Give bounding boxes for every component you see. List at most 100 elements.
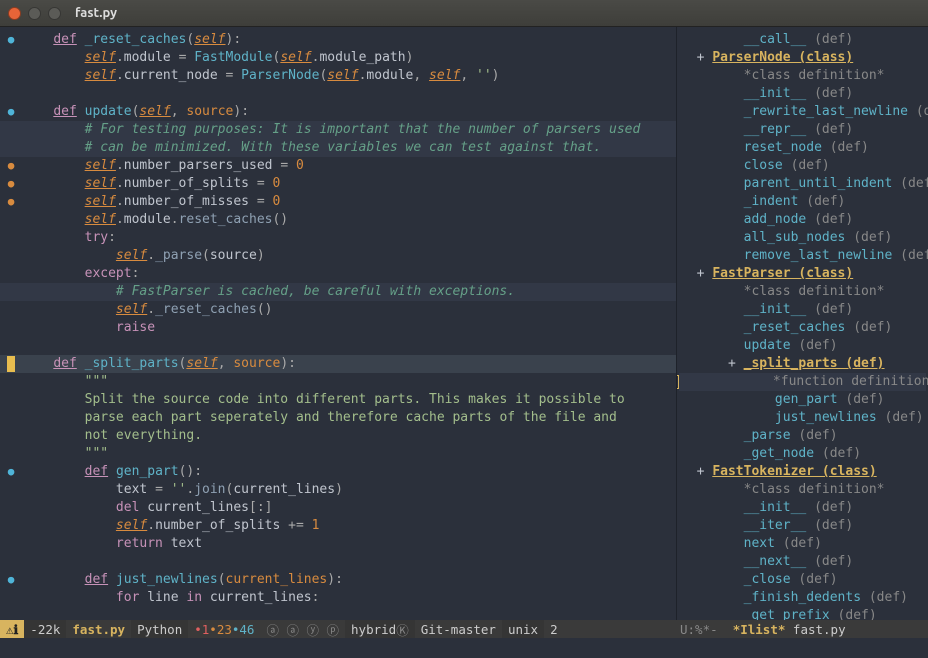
outline-item[interactable]: __init__ (def) [679,499,926,517]
gutter-marker [0,517,22,535]
outline-item[interactable]: _get_prefix (def) [679,607,926,620]
status-bar: ⚠ ℹ - 22k fast.py Python •1 •23 •46 ⓐ ⓐ … [0,620,928,638]
outline-item[interactable]: _rewrite_last_newline (def) [679,103,926,121]
code-line[interactable]: # For testing purposes: It is important … [0,121,676,139]
code-line[interactable]: return text [0,535,676,553]
outline-item[interactable]: update (def) [679,337,926,355]
gutter-marker: ● [0,157,22,175]
gutter-marker [0,211,22,229]
code-line[interactable]: ● self.number_parsers_used = 0 [0,157,676,175]
outline-item[interactable]: gen_part (def) [679,391,926,409]
code-line[interactable]: raise [0,319,676,337]
code-line[interactable] [0,85,676,103]
code-line[interactable]: ● def gen_part(): [0,463,676,481]
outline-item[interactable]: *class definition* [679,481,926,499]
outline-item[interactable]: + ParserNode (class) [679,49,926,67]
code-line[interactable]: ● def _reset_caches(self): [0,31,676,49]
outline-item[interactable]: __init__ (def) [679,85,926,103]
code-line[interactable] [0,553,676,571]
warnings-indicator[interactable]: ⚠ ℹ [0,620,24,638]
flycheck-counts[interactable]: •1 •23 •46 [188,620,260,638]
outline-item[interactable]: parent_until_indent (def) [679,175,926,193]
status-filename: fast.py [66,620,131,638]
gutter-marker [0,427,22,445]
outline-item[interactable]: __call__ (def) [679,31,926,49]
gutter-marker [0,535,22,553]
gutter-marker [0,247,22,265]
maximize-icon[interactable] [48,7,61,20]
gutter-marker [0,49,22,67]
outline-item[interactable]: __init__ (def) [679,301,926,319]
code-line[interactable]: self._parse(source) [0,247,676,265]
outline-item[interactable]: _finish_dedents (def) [679,589,926,607]
status-right: U:%*- *Ilist* fast.py [676,620,928,638]
minimize-icon[interactable] [28,7,41,20]
outline-item[interactable]: + FastTokenizer (class) [679,463,926,481]
outline-item[interactable]: reset_node (def) [679,139,926,157]
code-line[interactable]: Split the source code into different par… [0,391,676,409]
gutter-marker [0,337,22,355]
code-pane[interactable]: ● def _reset_caches(self): self.module =… [0,27,676,620]
window-controls [8,7,61,20]
code-line[interactable]: try: [0,229,676,247]
code-line[interactable]: self.number_of_splits += 1 [0,517,676,535]
outline-item[interactable]: add_node (def) [679,211,926,229]
code-line[interactable]: self._reset_caches() [0,301,676,319]
close-icon[interactable] [8,7,21,20]
code-line[interactable]: def _split_parts(self, source): [0,355,676,373]
outline-item[interactable]: remove_last_newline (def) [679,247,926,265]
outline-item[interactable]: _reset_caches (def) [679,319,926,337]
gutter-marker [0,391,22,409]
gutter-marker [0,589,22,607]
code-line[interactable]: """ [0,445,676,463]
gutter-marker [0,319,22,337]
editor-container: ● def _reset_caches(self): self.module =… [0,27,928,620]
outline-item[interactable]: *function definition* [679,373,926,391]
code-line[interactable]: for line in current_lines: [0,589,676,607]
code-line[interactable]: self.module = FastModule(self.module_pat… [0,49,676,67]
code-line[interactable]: self.module.reset_caches() [0,211,676,229]
outline-item[interactable]: all_sub_nodes (def) [679,229,926,247]
minibuffer[interactable] [0,638,928,658]
outline-item[interactable]: just_newlines (def) [679,409,926,427]
code-line[interactable]: parse each part seperately and therefore… [0,409,676,427]
code-line[interactable]: ● self.number_of_misses = 0 [0,193,676,211]
gutter-marker [0,409,22,427]
gutter-marker [0,301,22,319]
outline-item[interactable]: _close (def) [679,571,926,589]
code-line[interactable]: del current_lines[:] [0,499,676,517]
code-line[interactable]: ● def update(self, source): [0,103,676,121]
code-line[interactable]: except: [0,265,676,283]
code-line[interactable] [0,337,676,355]
code-line[interactable]: """ [0,373,676,391]
major-mode[interactable]: Python [131,620,188,638]
outline-item[interactable]: __next__ (def) [679,553,926,571]
gutter-marker [0,139,22,157]
title-bar: fast.py [0,0,928,27]
outline-item[interactable]: _get_node (def) [679,445,926,463]
vc-branch[interactable]: Git-master [415,620,502,638]
gutter-marker [0,499,22,517]
code-line[interactable]: text = ''.join(current_lines) [0,481,676,499]
code-line[interactable]: ● def just_newlines(current_lines): [0,571,676,589]
code-line[interactable]: ● self.number_of_splits = 0 [0,175,676,193]
outline-item[interactable]: *class definition* [679,283,926,301]
outline-item[interactable]: __repr__ (def) [679,121,926,139]
position-pct: 2 [544,620,564,638]
code-line[interactable]: # FastParser is cached, be careful with … [0,283,676,301]
code-line[interactable]: # can be minimized. With these variables… [0,139,676,157]
outline-item[interactable]: _indent (def) [679,193,926,211]
outline-item[interactable]: + _split_parts (def) [679,355,926,373]
code-line[interactable]: not everything. [0,427,676,445]
code-line[interactable]: self.current_node = ParserNode(self.modu… [0,67,676,85]
cursor-icon [676,375,679,389]
outline-pane[interactable]: __call__ (def) + ParserNode (class) *cla… [676,27,928,620]
outline-item[interactable]: __iter__ (def) [679,517,926,535]
outline-item[interactable]: close (def) [679,157,926,175]
outline-item[interactable]: _parse (def) [679,427,926,445]
file-size: - 22k [24,620,66,638]
gutter-marker [0,265,22,283]
outline-item[interactable]: *class definition* [679,67,926,85]
outline-item[interactable]: + FastParser (class) [679,265,926,283]
outline-item[interactable]: next (def) [679,535,926,553]
